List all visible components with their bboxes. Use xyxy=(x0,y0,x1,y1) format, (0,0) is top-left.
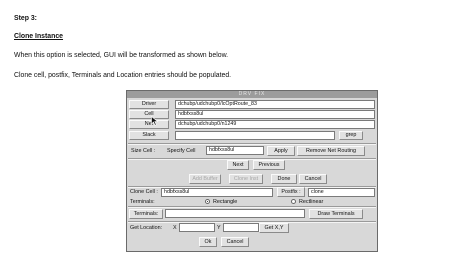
section-title: Clone Instance xyxy=(14,33,64,40)
paragraph-2: Clone cell, postfix, Terminals and Locat… xyxy=(14,72,232,79)
rectangle-radio[interactable] xyxy=(205,199,210,204)
specify-cell-label: Specify Cell xyxy=(167,148,196,154)
x-label: X xyxy=(173,225,177,231)
size-cell-label: Size Cell : xyxy=(131,148,156,154)
rectilinear-radio[interactable] xyxy=(291,199,296,204)
driver-button[interactable]: Driver xyxy=(129,100,169,109)
add-buffer-button[interactable]: Add Buffer xyxy=(189,174,221,184)
get-location-label: Get Location: xyxy=(130,225,163,231)
terminals-field[interactable] xyxy=(165,209,305,218)
terminals-field-button[interactable]: Terminals: xyxy=(129,209,163,219)
postfix-button[interactable]: Postfix : xyxy=(277,187,305,197)
step-heading: Step 3: xyxy=(14,15,37,22)
net-button[interactable]: Net xyxy=(129,120,169,129)
net-field[interactable]: dchubp/udchubp0/n1249 xyxy=(175,120,375,129)
apply-button[interactable]: Apply xyxy=(267,146,295,156)
drv-fix-window: DRV FIX Driver dchubp/udchubp0/lcOptRout… xyxy=(126,90,378,252)
terminals-group-label: Terminals: xyxy=(130,199,155,205)
rectangle-label: Rectangle xyxy=(213,199,238,205)
paragraph-1: When this option is selected, GUI will b… xyxy=(14,52,229,59)
slack-field[interactable] xyxy=(175,131,335,140)
clone-cell-label: Clone Cell : xyxy=(130,189,158,195)
clone-inst-button[interactable]: Clone Inst xyxy=(229,174,263,184)
clone-cell-field[interactable]: hdbfxss8ul xyxy=(161,188,273,197)
cell-button[interactable]: Cell xyxy=(129,110,169,119)
mouse-cursor-icon xyxy=(151,116,159,126)
slack-button[interactable]: Slack xyxy=(129,131,169,140)
footer-cancel-button[interactable]: Cancel xyxy=(221,237,249,247)
postfix-field[interactable]: clone xyxy=(308,188,375,197)
next-button[interactable]: Next xyxy=(227,160,249,170)
done-button[interactable]: Done xyxy=(271,174,297,184)
y-field[interactable] xyxy=(223,223,259,232)
window-titlebar[interactable]: DRV FIX xyxy=(127,91,377,98)
draw-terminals-button[interactable]: Draw Terminals xyxy=(309,209,363,219)
driver-field[interactable]: dchubp/udchubp0/lcOptRoute_83 xyxy=(175,100,375,109)
ok-button[interactable]: Ok xyxy=(199,237,217,247)
remove-net-routing-button[interactable]: Remove Net Routing xyxy=(297,146,365,156)
previous-button[interactable]: Previous xyxy=(253,160,285,170)
rectilinear-label: Rectlinear xyxy=(299,199,324,205)
y-label: Y xyxy=(217,225,221,231)
x-field[interactable] xyxy=(179,223,215,232)
specify-cell-field[interactable]: hdbfxss8ul xyxy=(206,146,264,155)
get-xy-button[interactable]: Get X,Y xyxy=(259,223,289,233)
cell-field[interactable]: hdbfxss8ul xyxy=(175,110,375,119)
cancel-button[interactable]: Cancel xyxy=(299,174,327,184)
window-title: DRV FIX xyxy=(238,91,266,97)
grep-button[interactable]: grep xyxy=(339,131,363,140)
